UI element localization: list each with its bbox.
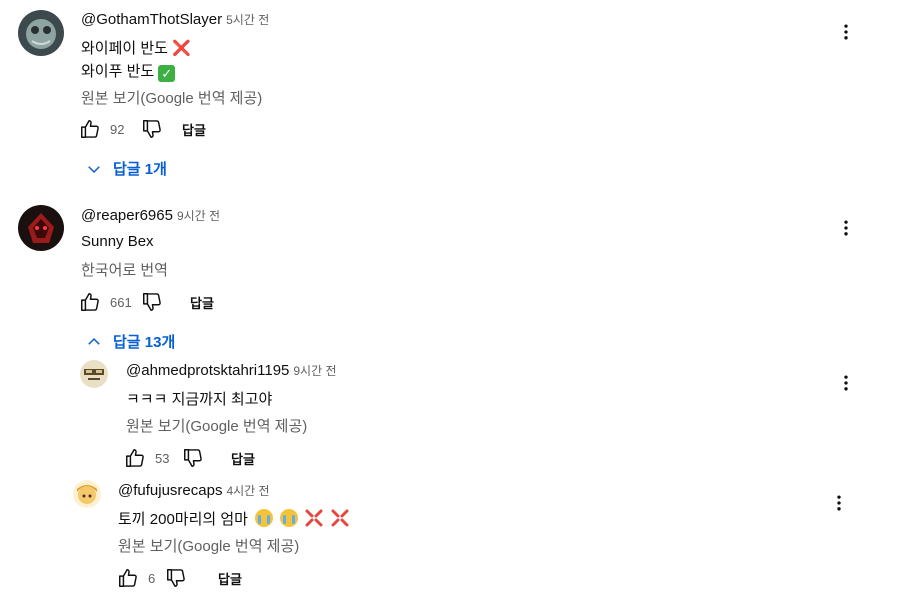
replies-toggle-label: 답글 1개 (113, 161, 167, 178)
dislike-button[interactable] (181, 446, 205, 470)
translate-link[interactable]: 원본 보기(Google 번역 제공) (126, 415, 307, 436)
like-count: 92 (110, 121, 125, 137)
avatar[interactable] (18, 10, 64, 56)
reply-menu-button[interactable] (827, 491, 851, 515)
timestamp[interactable]: 5시간 전 (226, 13, 269, 27)
like-button[interactable] (116, 566, 140, 590)
chevron-up-icon (85, 333, 103, 351)
author-name[interactable]: @GothamThotSlayer (81, 11, 222, 28)
reply-button[interactable]: 답글 (218, 569, 242, 588)
anger-symbol-icon (305, 509, 323, 527)
cross-mark-icon: ❌ (172, 40, 191, 57)
reply-actions: 6 답글 (116, 566, 242, 590)
reply-header: @ahmedprotsktahri1195 9시간 전 (126, 362, 337, 380)
comment-actions: 92 답글 (78, 117, 206, 141)
dislike-button[interactable] (140, 290, 164, 314)
comment-header: @reaper6965 9시간 전 (81, 207, 220, 225)
translate-link[interactable]: 원본 보기(Google 번역 제공) (118, 535, 299, 556)
reply-text: ㅋㅋㅋ 지금까지 최고야 (126, 391, 273, 408)
reply-menu-button[interactable] (834, 371, 858, 395)
author-name[interactable]: @reaper6965 (81, 207, 173, 224)
comment-text-line: Sunny Bex (81, 233, 154, 250)
like-count: 53 (155, 450, 170, 466)
timestamp[interactable]: 9시간 전 (177, 209, 220, 223)
dislike-icon (141, 291, 163, 313)
timestamp[interactable]: 4시간 전 (226, 484, 269, 498)
comment-text-line: 와이페이 반도 ❌ (81, 37, 191, 58)
dislike-icon (165, 567, 187, 589)
comment-text-line: 와이푸 반도 ✓ (81, 60, 176, 82)
translate-link[interactable]: 원본 보기(Google 번역 제공) (81, 87, 262, 108)
like-icon (79, 291, 101, 313)
crying-face-icon (280, 509, 299, 527)
comment-menu-button[interactable] (834, 20, 858, 44)
chevron-down-icon (85, 160, 103, 178)
replies-toggle[interactable]: 답글 13개 (85, 331, 175, 352)
like-button[interactable] (78, 290, 102, 314)
author-name[interactable]: @fufujusrecaps (118, 482, 222, 499)
reply-text-line: 토끼 200마리의 엄마 (118, 508, 349, 529)
more-vert-icon (836, 22, 856, 42)
reply-header: @fufujusrecaps 4시간 전 (118, 482, 270, 500)
reply-button[interactable]: 답글 (190, 293, 214, 312)
translate-link[interactable]: 한국어로 번역 (81, 259, 168, 280)
reply-text: 토끼 200마리의 엄마 (118, 511, 248, 528)
like-count: 661 (110, 294, 132, 310)
dislike-icon (182, 447, 204, 469)
like-icon (117, 567, 139, 589)
reply-actions: 53 답글 (123, 446, 255, 470)
more-vert-icon (836, 218, 856, 238)
crying-face-icon (255, 509, 274, 527)
avatar[interactable] (18, 205, 64, 251)
comment-text: 와이푸 반도 (81, 63, 155, 80)
replies-toggle-label: 답글 13개 (113, 334, 176, 351)
comment-menu-button[interactable] (834, 216, 858, 240)
like-button[interactable] (123, 446, 147, 470)
timestamp[interactable]: 9시간 전 (293, 364, 336, 378)
avatar[interactable] (73, 480, 101, 508)
like-button[interactable] (78, 117, 102, 141)
comment-header: @GothamThotSlayer 5시간 전 (81, 11, 269, 29)
comment-actions: 661 답글 (78, 290, 214, 314)
like-count: 6 (148, 570, 156, 586)
anger-symbol-icon (331, 509, 349, 527)
author-name[interactable]: @ahmedprotsktahri1195 (126, 362, 289, 379)
reply-button[interactable]: 답글 (231, 449, 255, 468)
dislike-icon (141, 118, 163, 140)
avatar[interactable] (80, 360, 108, 388)
replies-toggle[interactable]: 답글 1개 (85, 158, 167, 179)
more-vert-icon (836, 373, 856, 393)
like-icon (124, 447, 146, 469)
reply-button[interactable]: 답글 (182, 120, 206, 139)
comment-text: 와이페이 반도 (81, 40, 168, 57)
check-mark-icon: ✓ (158, 65, 176, 82)
dislike-button[interactable] (164, 566, 188, 590)
more-vert-icon (829, 493, 849, 513)
like-icon (79, 118, 101, 140)
dislike-button[interactable] (140, 117, 164, 141)
